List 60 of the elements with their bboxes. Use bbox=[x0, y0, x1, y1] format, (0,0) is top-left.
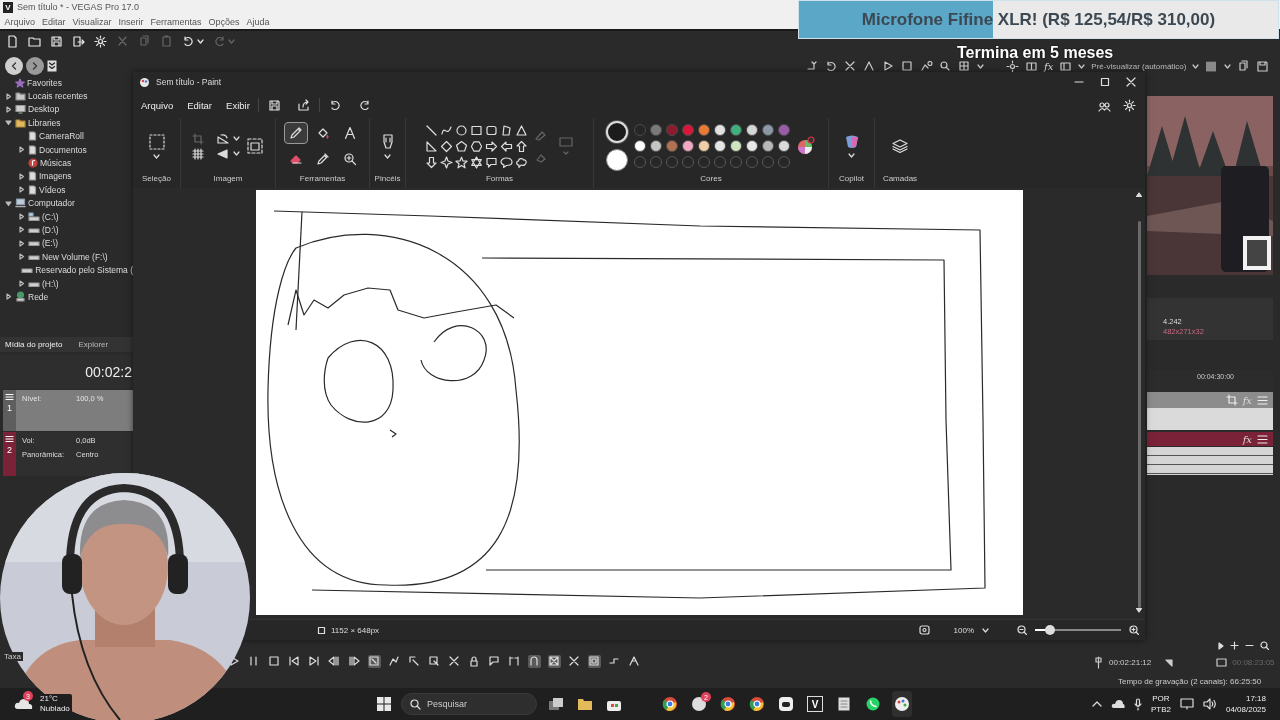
cursor-time: 00:02:21:12 bbox=[1109, 658, 1152, 667]
track-number: 2 bbox=[7, 445, 12, 455]
tree-item[interactable]: (E:\) bbox=[42, 238, 59, 249]
weather-condition: Nublado bbox=[40, 704, 70, 714]
tree-item[interactable]: Favorites bbox=[27, 77, 62, 88]
tree-item[interactable]: CameraRoll bbox=[39, 131, 84, 142]
search-placeholder: Pesquisar bbox=[427, 699, 468, 709]
app-logo: V bbox=[3, 1, 13, 13]
group-label: Copilot bbox=[839, 174, 864, 185]
search-field[interactable]: Pesquisar bbox=[401, 693, 537, 715]
tree-item[interactable]: Libraries bbox=[28, 117, 61, 128]
tree-item[interactable]: (D:\) bbox=[42, 225, 59, 235]
temperature: 21°C bbox=[40, 694, 59, 704]
tree-item[interactable]: Vídeos bbox=[39, 184, 66, 195]
menu-item[interactable]: Ajuda bbox=[242, 16, 273, 27]
tree-item[interactable]: Músicas bbox=[40, 158, 72, 169]
goal-text: Microfone Fifine XLR! (R$ 125,54/R$ 310,00) bbox=[860, 8, 1217, 31]
group-label: Formas bbox=[485, 174, 514, 185]
input-language[interactable]: POR PTB2 bbox=[1150, 693, 1171, 715]
tree-item[interactable]: (C:\) bbox=[42, 211, 59, 222]
track-number: 1 bbox=[7, 403, 12, 413]
group-label: Ferramentas bbox=[299, 174, 346, 185]
tree-item[interactable]: Imagens bbox=[39, 171, 72, 182]
record-time: Tempo de gravação (2 canais): 66:25:50 bbox=[1118, 677, 1262, 686]
panel-tab[interactable]: Mídia do projeto bbox=[5, 340, 63, 349]
group-label: Cores bbox=[700, 174, 722, 185]
group-label: Imagem bbox=[213, 174, 243, 185]
menu-item[interactable]: Visualizar bbox=[69, 16, 115, 27]
menu-item[interactable]: Arquivo bbox=[135, 95, 180, 115]
clock[interactable]: 17:18 04/08/2025 bbox=[1225, 693, 1266, 715]
menu-item[interactable]: Exibir bbox=[220, 95, 256, 115]
menu-item[interactable]: Editar bbox=[181, 95, 219, 115]
fx-icon[interactable]: fx bbox=[1044, 61, 1054, 72]
group-label: Pincéis bbox=[374, 174, 401, 185]
menu-item[interactable]: Arquivo bbox=[1, 16, 39, 27]
group-label: Seleção bbox=[142, 174, 171, 185]
zoom-dropdown[interactable]: 100% bbox=[953, 625, 974, 635]
time-display: 00:02:2 bbox=[85, 364, 132, 380]
tree-item[interactable]: Reservado pelo Sistema ( bbox=[35, 265, 133, 276]
taskbar-app[interactable]: V bbox=[805, 691, 825, 717]
menu-item[interactable]: Inserir bbox=[114, 16, 147, 27]
menu-item[interactable]: Ferramentas bbox=[146, 16, 205, 27]
menu-item[interactable]: Editar bbox=[38, 16, 70, 27]
window-title: Sem título - Paint bbox=[156, 77, 222, 87]
window-title: Sem título * - VEGAS Pro 17.0 bbox=[17, 2, 140, 12]
group-label: Camadas bbox=[882, 174, 918, 185]
preview-quality-dropdown[interactable]: Pré-visualizar (automático) bbox=[1091, 62, 1187, 71]
field-label: Taxa bbox=[2, 652, 23, 661]
tree-item[interactable]: Locais recentes bbox=[28, 91, 88, 102]
tree-item[interactable]: Rede bbox=[28, 291, 49, 302]
tree-item[interactable]: Computador bbox=[28, 198, 75, 209]
tree-item[interactable]: Documentos bbox=[39, 144, 87, 155]
panel-tab[interactable]: Explorer bbox=[78, 340, 109, 349]
subtitle-text: Termina em 5 meses bbox=[957, 44, 1114, 62]
canvas-size: 1152 × 648px bbox=[331, 625, 380, 635]
tree-item[interactable]: Desktop bbox=[28, 104, 60, 115]
tree-item[interactable]: (H:\) bbox=[42, 278, 59, 289]
tree-item[interactable]: New Volume (F:\) bbox=[42, 251, 108, 262]
fx-icon[interactable]: fx bbox=[1242, 433, 1252, 445]
menu-item[interactable]: Opções bbox=[204, 16, 243, 27]
